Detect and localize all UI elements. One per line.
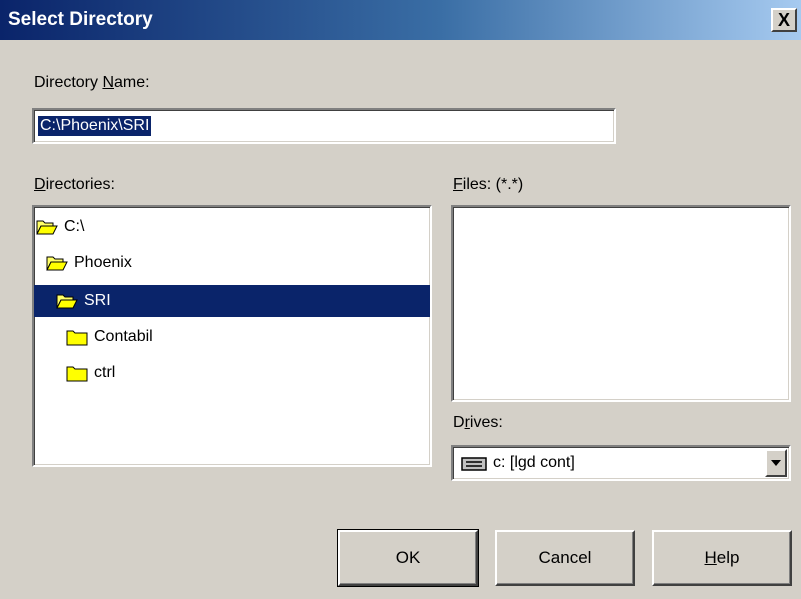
- help-button-label: Help: [704, 548, 740, 567]
- dir-item-contabil[interactable]: Contabil: [66, 321, 428, 353]
- directory-name-input[interactable]: C:\Phoenix\SRI: [32, 108, 616, 144]
- cancel-button-label: Cancel: [538, 548, 592, 567]
- title-bar[interactable]: Select Directory X: [0, 0, 801, 40]
- dialog-title: Select Directory: [8, 9, 153, 30]
- files-label: Files: (*.*): [453, 176, 524, 193]
- dir-item-label: ctrl: [94, 364, 116, 381]
- dir-item-label: Phoenix: [74, 254, 132, 271]
- open-folder-icon: [56, 294, 78, 309]
- drive-selected-value: c: [lgd cont]: [493, 454, 575, 471]
- dir-item-label: SRI: [84, 292, 111, 309]
- drives-select[interactable]: c: [lgd cont]: [451, 445, 791, 481]
- directories-label: Directories:: [34, 176, 115, 193]
- dir-item-label: C:\: [64, 218, 85, 235]
- dir-item-label: Contabil: [94, 328, 153, 345]
- dir-item-ctrl[interactable]: ctrl: [66, 357, 428, 389]
- folder-icon: [66, 366, 88, 382]
- dir-item-root[interactable]: C:\: [36, 211, 428, 243]
- help-button[interactable]: Help: [652, 530, 792, 586]
- cancel-button[interactable]: Cancel: [495, 530, 635, 586]
- chevron-down-icon: [771, 460, 781, 466]
- close-button[interactable]: X: [771, 8, 797, 32]
- open-folder-icon: [46, 256, 68, 271]
- dir-item-sri[interactable]: SRI: [34, 285, 430, 317]
- drive-icon: [461, 457, 487, 471]
- close-icon: X: [777, 10, 790, 30]
- drives-label: Drives:: [453, 414, 503, 431]
- select-directory-dialog: Select Directory X Directory Name: C:\Ph…: [0, 0, 801, 599]
- directory-name-label: Directory Name:: [34, 74, 150, 91]
- dir-item-phoenix[interactable]: Phoenix: [46, 247, 428, 279]
- directories-list[interactable]: C:\ Phoenix SRI Contabil ctrl: [32, 205, 432, 467]
- directory-name-value: C:\Phoenix\SRI: [38, 116, 152, 136]
- files-list[interactable]: [451, 205, 791, 402]
- folder-icon: [66, 330, 88, 346]
- drives-dropdown-button[interactable]: [765, 449, 787, 477]
- ok-button[interactable]: OK: [337, 529, 479, 587]
- open-folder-icon: [36, 220, 58, 235]
- ok-button-label: OK: [395, 548, 421, 567]
